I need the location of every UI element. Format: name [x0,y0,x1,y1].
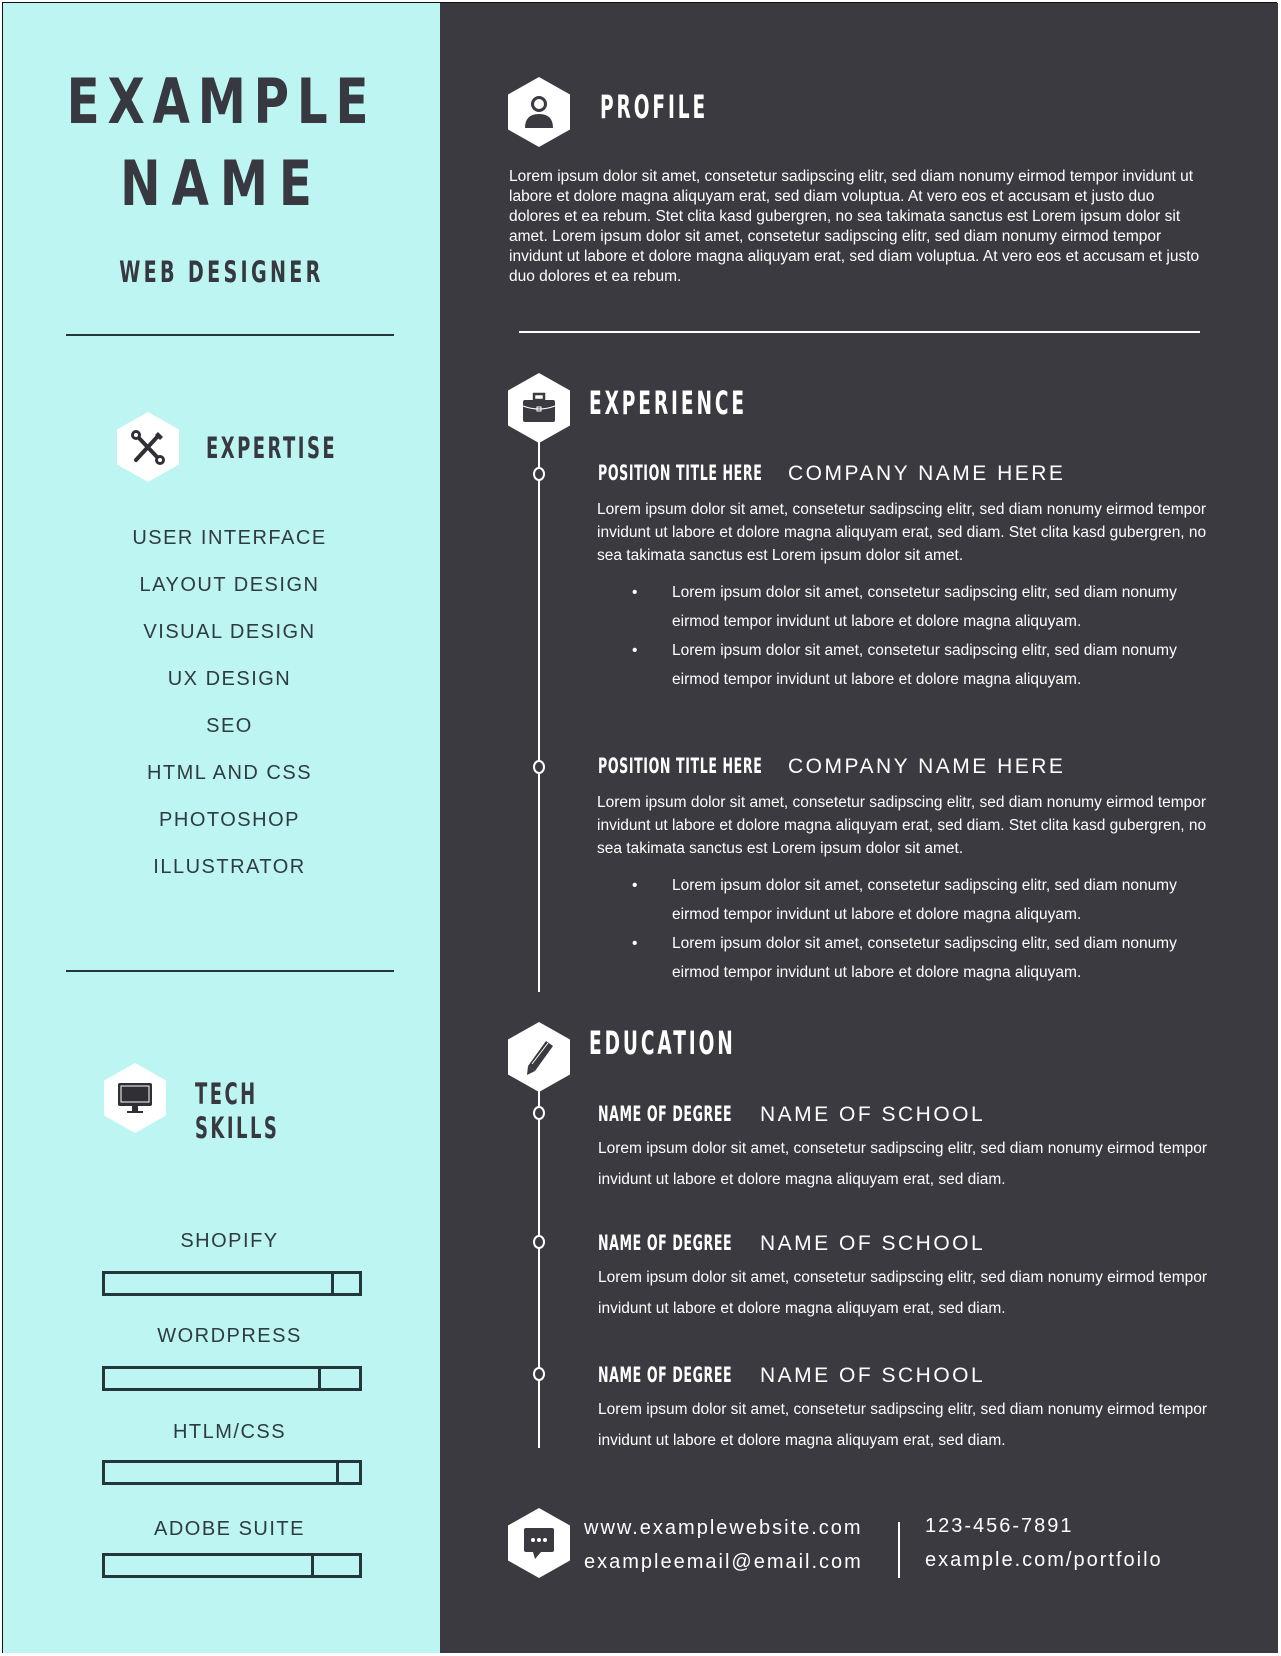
tools-icon [131,430,165,465]
experience-description: Lorem ipsum dolor sit amet, consetetur s… [597,794,1207,857]
pencil-icon [527,1041,553,1075]
sidebar-divider [66,334,394,336]
experience-description: Lorem ipsum dolor sit amet, consetetur s… [597,501,1207,564]
bullet-item: • Lorem ipsum dolor sit amet, consetetur … [632,929,1182,987]
education-description: Lorem ipsum dolor sit amet, consetetur s… [598,1269,1208,1317]
bullet-text: Lorem ipsum dolor sit amet, consetetur s… [672,935,1177,981]
timeline-node [533,760,545,774]
education-entry-title: NAME OF DEGREE NAME OF SCHOOL [598,1231,983,1255]
contact-portfolio[interactable]: example.com/portfoilo [925,1549,1163,1572]
profile-text: Lorem ipsum dolor sit amet, consetetur s… [509,168,1200,285]
expertise-item: SEO [206,715,253,737]
name-last: NAME [120,147,323,220]
education-entry-title: NAME OF DEGREE NAME OF SCHOOL [598,1363,983,1387]
skill-level-marker [311,1553,314,1578]
bullet-item: • Lorem ipsum dolor sit amet, consetetur … [632,636,1182,694]
timeline-node [533,467,545,481]
school-name: NAME OF SCHOOL [760,1232,986,1255]
contact-phone: 123-456-7891 [925,1515,1074,1537]
expertise-item: HTML AND CSS [146,762,313,784]
expertise-item: USER INTERFACE [132,527,327,549]
monitor-icon [118,1083,152,1113]
skill-label: ADOBE SUITE [154,1518,305,1540]
contact-website[interactable]: www.examplewebsite.com [584,1517,863,1540]
skill-level-marker [331,1271,334,1296]
job-title: WEB DESIGNER [119,255,324,289]
briefcase-icon [522,392,556,422]
education-description: Lorem ipsum dolor sit amet, consetetur s… [598,1401,1208,1449]
expertise-item: VISUAL DESIGN [143,621,316,643]
skill-label: WORDPRESS [157,1325,302,1347]
bullet-dot: • [632,642,638,659]
education-description: Lorem ipsum dolor sit amet, consetetur s… [598,1140,1208,1188]
chat-icon [524,1528,554,1559]
bullet-dot: • [632,935,638,952]
skill-level-bar [102,1553,362,1578]
contact-divider [898,1522,900,1578]
expertise-item: LAYOUT DESIGN [139,574,320,596]
school-name: NAME OF SCHOOL [760,1103,986,1126]
timeline-node [533,1367,545,1381]
education-entry-title: NAME OF DEGREE NAME OF SCHOOL [598,1102,983,1126]
bullet-text: Lorem ipsum dolor sit amet, consetetur s… [672,584,1177,630]
skill-level-bar [102,1460,362,1485]
education-timeline [538,1080,540,1448]
bullet-item: • Lorem ipsum dolor sit amet, consetetur … [632,578,1182,636]
experience-entry-title: POSITION TITLE HERE COMPANY NAME HERE [598,461,1063,485]
skill-label: HTLM/CSS [172,1421,287,1443]
timeline-node [533,1106,545,1120]
education-heading: EDUCATION [589,1024,736,1062]
bullet-dot: • [632,584,638,601]
main-divider [519,331,1200,333]
experience-bullets: • Lorem ipsum dolor sit amet, consetetur … [632,578,1182,694]
expertise-heading: EXPERTISE [206,431,338,465]
bullet-dot: • [632,877,638,894]
experience-bullets: • Lorem ipsum dolor sit amet, consetetur … [632,871,1182,987]
sidebar: EXAMPLE NAME WEB DESIGNER EXPERTISE TECH… [3,3,440,1653]
expertise-item: ILLUSTRATOR [153,856,306,878]
school-name: NAME OF SCHOOL [760,1364,986,1387]
degree-name: NAME OF DEGREE [598,1102,733,1126]
expertise-icon-badge [117,412,179,482]
company-name: COMPANY NAME HERE [788,462,1066,485]
expertise-item: PHOTOSHOP [159,809,300,831]
user-icon [525,96,553,128]
skill-label: SHOPIFY [180,1230,279,1252]
bullet-text: Lorem ipsum dolor sit amet, consetetur s… [672,642,1177,688]
skill-level-marker [336,1460,339,1485]
degree-name: NAME OF DEGREE [598,1363,733,1387]
tech-skills-icon-badge [104,1063,166,1133]
degree-name: NAME OF DEGREE [598,1231,733,1255]
company-name: COMPANY NAME HERE [788,755,1066,778]
timeline-node [533,1235,545,1249]
contact-email[interactable]: exampleemail@email.com [584,1551,863,1574]
position-title: POSITION TITLE HERE [598,754,763,778]
tech-skills-heading: TECH SKILLS [195,1077,280,1145]
experience-timeline [538,440,540,992]
profile-heading: PROFILE [600,88,709,126]
skill-level-bar [102,1366,362,1391]
name-first: EXAMPLE [66,65,377,138]
experience-heading: EXPERIENCE [589,384,747,422]
bullet-item: • Lorem ipsum dolor sit amet, consetetur … [632,871,1182,929]
skill-level-marker [318,1366,321,1391]
expertise-item: UX DESIGN [167,668,292,690]
bullet-text: Lorem ipsum dolor sit amet, consetetur s… [672,877,1177,923]
sidebar-divider-2 [66,970,394,972]
skill-level-bar [102,1271,362,1296]
position-title: POSITION TITLE HERE [598,461,763,485]
experience-entry-title: POSITION TITLE HERE COMPANY NAME HERE [598,754,1063,778]
